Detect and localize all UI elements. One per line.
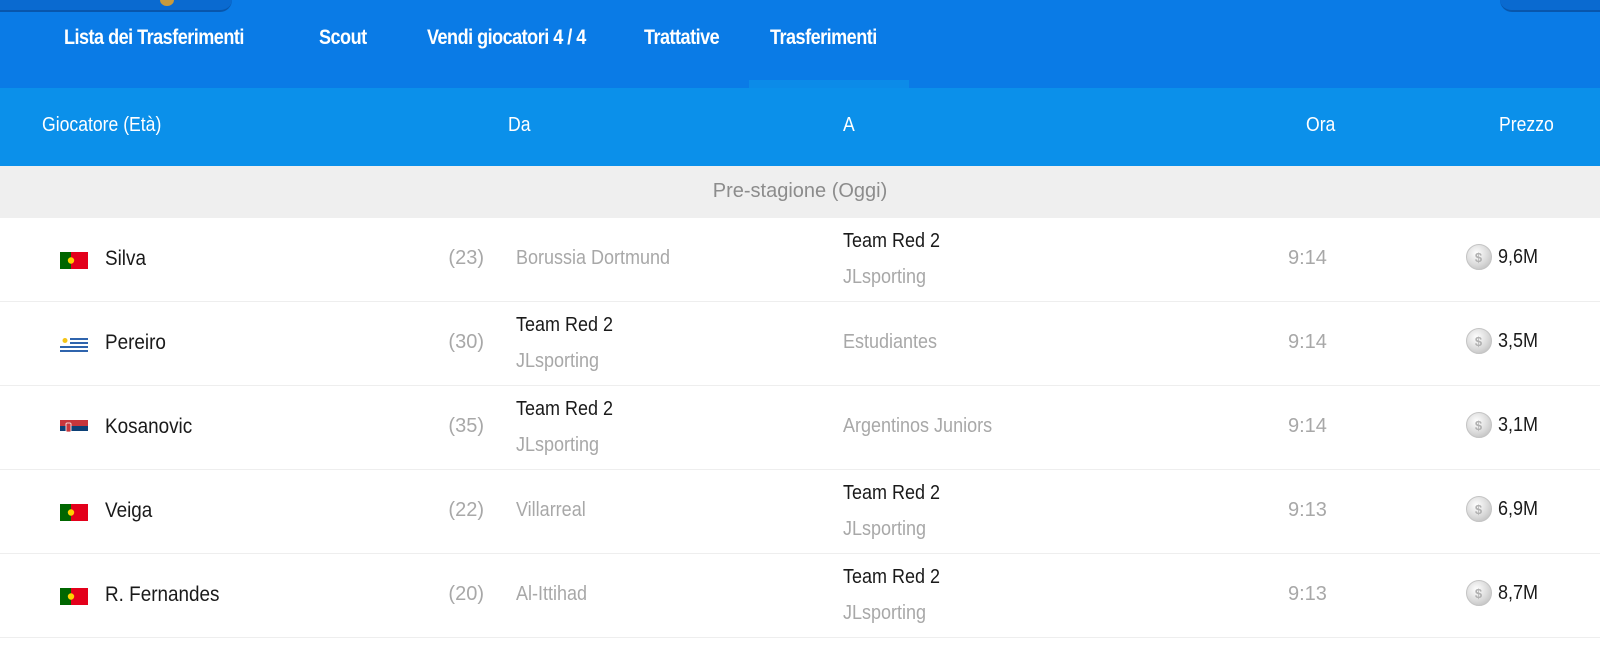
uruguay-flag-icon xyxy=(60,336,88,353)
from-manager[interactable]: JLsporting xyxy=(516,434,599,457)
column-header-time: Ora xyxy=(1306,114,1336,136)
transfer-time: 9:13 xyxy=(1288,499,1327,521)
table-row[interactable]: Silva (23) Borussia Dortmund Team Red 2 … xyxy=(0,218,1600,302)
coin-icon: $ xyxy=(1465,496,1492,522)
from-manager[interactable]: JLsporting xyxy=(516,350,599,373)
table-row[interactable]: R. Fernandes (20) Al-Ittihad Team Red 2 … xyxy=(0,554,1600,638)
column-header-player: Giocatore (Età) xyxy=(42,114,162,136)
transfer-price: $ 8,7M xyxy=(1465,580,1542,606)
coin-icon: $ xyxy=(1465,580,1492,606)
player-age: (30) xyxy=(448,331,484,353)
coin-icon: $ xyxy=(1465,412,1492,438)
header-notch-right xyxy=(1500,0,1600,12)
player-age: (22) xyxy=(448,499,484,521)
player-name[interactable]: Veiga xyxy=(105,499,152,523)
club-badge-icon xyxy=(160,0,174,6)
price-value: 9,6M xyxy=(1497,245,1538,268)
to-manager[interactable]: JLsporting xyxy=(843,602,926,625)
player-age: (23) xyxy=(448,247,484,269)
coin-icon: $ xyxy=(1465,244,1492,270)
from-team[interactable]: Team Red 2 xyxy=(516,398,613,421)
transfer-price: $ 3,1M xyxy=(1465,412,1542,438)
tab-transfers[interactable]: Trasferimenti xyxy=(770,26,877,66)
player-name[interactable]: R. Fernandes xyxy=(105,583,220,607)
price-value: 3,1M xyxy=(1497,413,1538,436)
price-value: 8,7M xyxy=(1497,581,1538,604)
coin-icon: $ xyxy=(1465,328,1492,354)
portugal-flag-icon xyxy=(60,252,88,269)
to-team[interactable]: Team Red 2 xyxy=(843,230,940,253)
player-name[interactable]: Silva xyxy=(105,247,146,271)
transfer-nav-bar: Lista dei Trasferimenti Scout Vendi gioc… xyxy=(0,0,1600,88)
price-value: 3,5M xyxy=(1497,329,1538,352)
tab-negotiations[interactable]: Trattative xyxy=(644,26,720,66)
player-age: (20) xyxy=(448,583,484,605)
to-team[interactable]: Team Red 2 xyxy=(843,566,940,589)
to-team[interactable]: Argentinos Juniors xyxy=(843,415,992,438)
table-row[interactable]: Veiga (22) Villarreal Team Red 2 JLsport… xyxy=(0,470,1600,554)
tab-sell-players[interactable]: Vendi giocatori 4 / 4 xyxy=(427,26,586,66)
tab-transfer-list[interactable]: Lista dei Trasferimenti xyxy=(64,26,244,66)
transfer-time: 9:13 xyxy=(1288,583,1327,605)
price-value: 6,9M xyxy=(1497,497,1538,520)
section-label: Pre-stagione (Oggi) xyxy=(712,180,888,202)
column-header-from: Da xyxy=(508,114,531,136)
table-header: Giocatore (Età) Da A Ora Prezzo xyxy=(0,88,1600,166)
transfer-time: 9:14 xyxy=(1288,331,1327,353)
from-team[interactable]: Borussia Dortmund xyxy=(516,247,670,270)
to-team[interactable]: Estudiantes xyxy=(843,331,937,354)
table-row[interactable]: Kosanovic (35) Team Red 2 JLsporting Arg… xyxy=(0,386,1600,470)
section-divider: Pre-stagione (Oggi) xyxy=(0,166,1600,218)
from-team[interactable]: Team Red 2 xyxy=(516,314,613,337)
column-header-to: A xyxy=(843,114,855,136)
to-team[interactable]: Team Red 2 xyxy=(843,482,940,505)
active-tab-indicator xyxy=(749,80,909,88)
transfer-price: $ 3,5M xyxy=(1465,328,1542,354)
portugal-flag-icon xyxy=(60,588,88,605)
portugal-flag-icon xyxy=(60,504,88,521)
transfer-price: $ 9,6M xyxy=(1465,244,1542,270)
serbia-flag-icon xyxy=(60,420,88,437)
transfer-time: 9:14 xyxy=(1288,247,1327,269)
column-header-price: Prezzo xyxy=(1499,114,1554,136)
header-notch-left xyxy=(0,0,232,12)
transfer-price: $ 6,9M xyxy=(1465,496,1542,522)
player-name[interactable]: Kosanovic xyxy=(105,415,192,439)
player-age: (35) xyxy=(448,415,484,437)
from-team[interactable]: Villarreal xyxy=(516,499,586,522)
tab-scout[interactable]: Scout xyxy=(319,26,367,66)
from-team[interactable]: Al-Ittihad xyxy=(516,583,587,606)
to-manager[interactable]: JLsporting xyxy=(843,266,926,289)
to-manager[interactable]: JLsporting xyxy=(843,518,926,541)
table-row[interactable]: Pereiro (30) Team Red 2 JLsporting Estud… xyxy=(0,302,1600,386)
transfer-time: 9:14 xyxy=(1288,415,1327,437)
player-name[interactable]: Pereiro xyxy=(105,331,166,355)
